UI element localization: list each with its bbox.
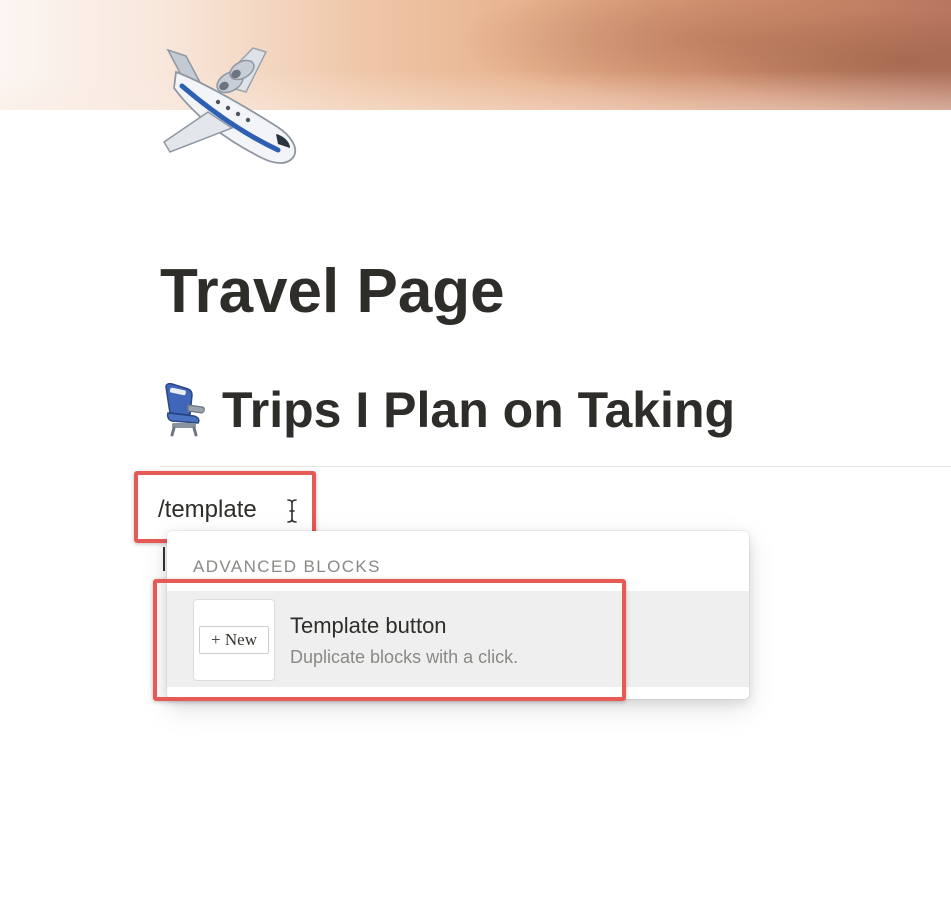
section-heading[interactable]: Trips I Plan on Taking: [158, 380, 735, 440]
menu-item-description: Duplicate blocks with a click.: [290, 647, 519, 667]
menu-item-title: Template button: [290, 613, 447, 638]
menu-item-template-button[interactable]: + New Template button Duplicate blocks w…: [167, 591, 749, 687]
slash-command-menu: ADVANCED BLOCKS + New Template button Du…: [167, 531, 749, 699]
seat-icon: [158, 382, 210, 437]
page-title[interactable]: Travel Page: [160, 254, 505, 330]
menu-section-label: ADVANCED BLOCKS: [193, 557, 381, 576]
slash-command-text[interactable]: /template: [158, 496, 257, 524]
cover-image[interactable]: [0, 0, 951, 110]
text-cursor: [163, 547, 165, 571]
divider: [160, 466, 951, 467]
airplane-icon[interactable]: [158, 42, 308, 177]
section-heading-text: Trips I Plan on Taking: [222, 382, 736, 438]
template-button-thumbnail: + New: [193, 599, 275, 681]
thumbnail-new-button: + New: [199, 626, 269, 654]
i-beam-cursor-icon: [286, 497, 298, 525]
